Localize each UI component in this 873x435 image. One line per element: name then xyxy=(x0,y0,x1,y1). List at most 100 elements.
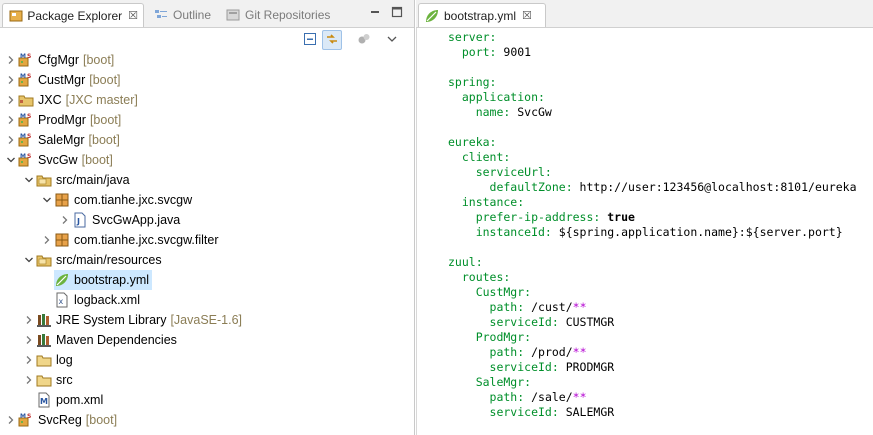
yaml-editor[interactable]: server: port: 9001 spring: application: … xyxy=(416,28,873,435)
tree-item[interactable]: bootstrap.yml xyxy=(0,270,414,290)
chevron-right-icon[interactable] xyxy=(40,230,54,250)
code-line: zuul: xyxy=(448,255,857,270)
folder-icon xyxy=(36,352,52,368)
tree-item-label: com.tianhe.jxc.svcgw.filter xyxy=(74,233,219,247)
tree-item[interactable]: JXC [JXC master] xyxy=(0,90,414,110)
link-with-editor-button[interactable] xyxy=(322,30,342,50)
tree-item-body[interactable]: M S ProdMgr [boot] xyxy=(18,110,124,130)
tree-item-body[interactable]: com.tianhe.jxc.svcgw xyxy=(54,190,195,210)
chevron-right-icon[interactable] xyxy=(4,110,18,130)
chevron-down-icon[interactable] xyxy=(40,190,54,210)
tree-item[interactable]: Mpom.xml xyxy=(0,390,414,410)
chevron-right-icon[interactable] xyxy=(22,370,36,390)
minimize-icon[interactable] xyxy=(368,5,382,19)
tree-item-body[interactable]: Mpom.xml xyxy=(36,390,106,410)
chevron-right-icon[interactable] xyxy=(22,350,36,370)
tree-item-body[interactable]: x logback.xml xyxy=(54,290,143,310)
chevron-right-icon[interactable] xyxy=(4,70,18,90)
yaml-value: /prod/ xyxy=(524,345,573,359)
code-line: prefer-ip-address: true xyxy=(448,210,857,225)
yaml-value: /cust/ xyxy=(524,300,573,314)
tree-item-body[interactable]: M S CfgMgr [boot] xyxy=(18,50,117,70)
tree-item-body[interactable]: log xyxy=(36,350,76,370)
tree-item-decoration: [JXC master] xyxy=(65,93,138,107)
collapse-all-button[interactable] xyxy=(300,30,320,50)
task-icon xyxy=(357,32,371,49)
tree-item[interactable]: src xyxy=(0,370,414,390)
chevron-right-icon[interactable] xyxy=(4,130,18,150)
maximize-icon[interactable] xyxy=(390,5,404,19)
svg-text:J: J xyxy=(76,217,80,226)
tree-item[interactable]: M S ProdMgr [boot] xyxy=(0,110,414,130)
chevron-right-icon[interactable] xyxy=(22,330,36,350)
yaml-file-icon xyxy=(424,8,440,24)
chevron-right-icon[interactable] xyxy=(22,310,36,330)
tree-item-label: bootstrap.yml xyxy=(74,273,150,287)
chevron-right-icon[interactable] xyxy=(4,90,18,110)
tree-item-label: com.tianhe.jxc.svcgw xyxy=(74,193,193,207)
library-icon xyxy=(36,332,52,348)
chevron-right-icon[interactable] xyxy=(4,50,18,70)
tab-git-repositories[interactable]: Git Repositories xyxy=(220,3,340,27)
tab-bootstrap-yml[interactable]: bootstrap.yml ☒ xyxy=(418,3,546,27)
tree-item[interactable]: M S SaleMgr [boot] xyxy=(0,130,414,150)
tree-item-body[interactable]: Maven Dependencies xyxy=(36,330,180,350)
tab-package-explorer[interactable]: Package Explorer ☒ xyxy=(2,3,144,27)
close-icon[interactable]: ☒ xyxy=(128,9,138,22)
chevron-right-icon[interactable] xyxy=(58,210,72,230)
tab-label: Git Repositories xyxy=(245,8,331,22)
tree-item-body[interactable]: M S SvcReg [boot] xyxy=(18,410,120,430)
tree-item-body[interactable]: bootstrap.yml xyxy=(54,270,153,290)
svg-text:S: S xyxy=(27,153,31,160)
tree-item[interactable]: src/main/java xyxy=(0,170,414,190)
close-icon[interactable]: ☒ xyxy=(522,9,532,22)
yaml-value: PRODMGR xyxy=(558,360,615,374)
yaml-key: instanceId: xyxy=(448,225,552,239)
tree-item[interactable]: M S SvcGw [boot] xyxy=(0,150,414,170)
tree-item-body[interactable]: com.tianhe.jxc.svcgw.filter xyxy=(54,230,222,250)
focus-active-task-button[interactable] xyxy=(354,30,374,50)
tree-item-body[interactable]: J SvcGwApp.java xyxy=(72,210,183,230)
editor-gutter xyxy=(417,28,420,435)
tree-item[interactable]: src/main/resources xyxy=(0,250,414,270)
svg-text:M: M xyxy=(20,153,26,160)
chevron-down-icon[interactable] xyxy=(22,250,36,270)
chevron-down-icon[interactable] xyxy=(4,150,18,170)
yaml-key: prefer-ip-address: xyxy=(448,210,601,224)
tree-item-body[interactable]: JRE System Library [JavaSE-1.6] xyxy=(36,310,245,330)
tree-item[interactable]: M S CustMgr [boot] xyxy=(0,70,414,90)
maven-project-icon: MS xyxy=(18,152,34,168)
tree-item-body[interactable]: src xyxy=(36,370,76,390)
yaml-file-icon xyxy=(54,272,70,288)
tree-item[interactable]: M S SvcReg [boot] xyxy=(0,410,414,430)
library-icon xyxy=(36,312,52,328)
tree-item-body[interactable]: M S SaleMgr [boot] xyxy=(18,130,123,150)
tree-item-body[interactable]: JXC [JXC master] xyxy=(18,90,141,110)
tree-item[interactable]: JRE System Library [JavaSE-1.6] xyxy=(0,310,414,330)
svg-text:S: S xyxy=(27,413,31,420)
svg-text:M: M xyxy=(20,73,26,80)
tree-item-body[interactable]: M S CustMgr [boot] xyxy=(18,70,124,90)
chevron-down-icon[interactable] xyxy=(22,170,36,190)
tree-item-body[interactable]: src/main/resources xyxy=(36,250,165,270)
chevron-right-icon[interactable] xyxy=(4,410,18,430)
tree-item[interactable]: J SvcGwApp.java xyxy=(0,210,414,230)
tree-item-decoration: [JavaSE-1.6] xyxy=(170,313,243,327)
tree-item-body[interactable]: src/main/java xyxy=(36,170,133,190)
tree-item[interactable]: com.tianhe.jxc.svcgw.filter xyxy=(0,230,414,250)
tree-item[interactable]: M S CfgMgr [boot] xyxy=(0,50,414,70)
yaml-value: true xyxy=(600,210,635,224)
tree-item[interactable]: log xyxy=(0,350,414,370)
tab-outline[interactable]: Outline xyxy=(148,3,218,27)
outline-icon xyxy=(153,7,169,23)
view-menu-button[interactable] xyxy=(382,30,402,50)
git-repositories-icon xyxy=(225,7,241,23)
tree-item[interactable]: x logback.xml xyxy=(0,290,414,310)
tree-item[interactable]: Maven Dependencies xyxy=(0,330,414,350)
tree-item[interactable]: com.tianhe.jxc.svcgw xyxy=(0,190,414,210)
tree-item-body[interactable]: M S SvcGw [boot] xyxy=(18,150,116,170)
yaml-key: eureka: xyxy=(448,135,497,149)
